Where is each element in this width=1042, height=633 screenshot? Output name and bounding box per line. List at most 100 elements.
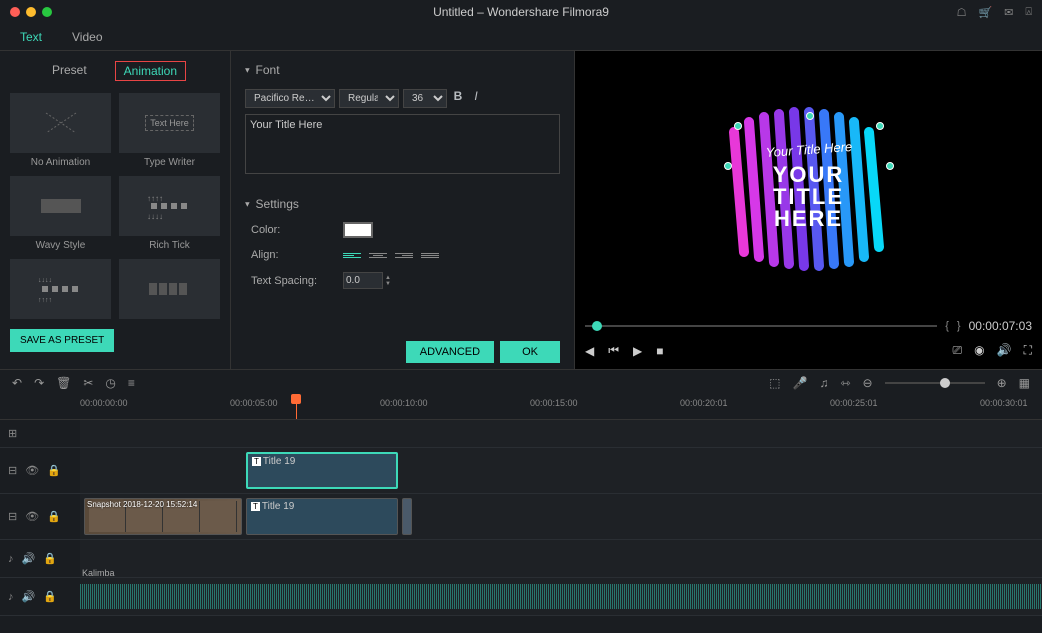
- align-center-button[interactable]: [369, 248, 387, 262]
- transform-handle[interactable]: [876, 122, 884, 130]
- display-icon[interactable]: ⎚: [953, 343, 963, 358]
- minimize-window-button[interactable]: [26, 7, 36, 17]
- fit-icon[interactable]: ⇿: [840, 376, 850, 390]
- save-as-preset-button[interactable]: SAVE AS PRESET: [10, 329, 114, 352]
- font-section-toggle[interactable]: ▸Font: [245, 57, 560, 83]
- presets-panel: Preset Animation Text Here No Animation …: [0, 51, 230, 369]
- align-justify-button[interactable]: [421, 248, 439, 262]
- volume-icon[interactable]: 🔊: [997, 343, 1012, 358]
- lock-icon[interactable]: 🔒: [47, 510, 61, 523]
- bold-button[interactable]: B: [451, 89, 465, 108]
- svg-text:↑↑↑↑: ↑↑↑↑: [147, 194, 163, 203]
- split-button[interactable]: ✂: [83, 376, 93, 390]
- settings-section-toggle[interactable]: ▸Settings: [245, 191, 560, 217]
- playhead[interactable]: [296, 396, 297, 419]
- mark-out-icon[interactable]: }: [957, 320, 961, 332]
- stop-button[interactable]: ■: [656, 344, 663, 358]
- close-window-button[interactable]: [10, 7, 20, 17]
- transform-handle[interactable]: [806, 112, 814, 120]
- align-right-button[interactable]: [395, 248, 413, 262]
- play-button[interactable]: ▶: [633, 344, 642, 358]
- mic-icon[interactable]: 🎤: [793, 376, 808, 390]
- preset-item[interactable]: ↓↓↓↓↑↑↑↑: [10, 259, 111, 319]
- font-family-select[interactable]: Pacifico Re…: [245, 89, 335, 108]
- undo-button[interactable]: ↶: [12, 376, 22, 390]
- window-title: Untitled – Wondershare Filmora9: [433, 5, 609, 19]
- view-toggle-icon[interactable]: ▦: [1019, 376, 1030, 390]
- align-left-button[interactable]: [343, 248, 361, 262]
- preset-item[interactable]: [119, 259, 220, 319]
- preset-label: No Animation: [10, 155, 111, 170]
- timeline-ruler[interactable]: 00:00:00:00 00:00:05:00 00:00:10:00 00:0…: [0, 396, 1042, 420]
- message-icon[interactable]: ✉: [1004, 6, 1013, 19]
- lock-icon[interactable]: 🔒: [47, 464, 61, 477]
- fullscreen-icon[interactable]: ⛶: [1024, 343, 1032, 358]
- notification-icon[interactable]: ⍓: [1025, 6, 1032, 19]
- preview-canvas[interactable]: Your Title Here YOUR TITLE HERE: [575, 51, 1042, 313]
- preset-rich-tick[interactable]: ↑↑↑↑↓↓↓↓: [119, 176, 220, 236]
- delete-button[interactable]: 🗑: [56, 376, 71, 390]
- lock-icon[interactable]: 🔒: [43, 590, 57, 603]
- preset-no-animation[interactable]: [10, 93, 111, 153]
- video-clip[interactable]: Snapshot 2018-12-20 15:52:14: [84, 498, 242, 535]
- text-spacing-input[interactable]: [343, 272, 383, 289]
- subtab-preset[interactable]: Preset: [44, 61, 95, 81]
- timecode-display: 00:00:07:03: [969, 319, 1032, 333]
- italic-button[interactable]: I: [469, 89, 483, 108]
- clock-icon[interactable]: ◷: [105, 376, 115, 390]
- tab-text[interactable]: Text: [20, 30, 42, 44]
- transform-handle[interactable]: [724, 162, 732, 170]
- chevron-down-icon: ▸: [242, 202, 253, 207]
- ok-button[interactable]: OK: [500, 341, 560, 363]
- color-swatch[interactable]: [343, 222, 373, 238]
- visibility-icon[interactable]: 👁: [25, 510, 39, 523]
- lock-icon[interactable]: 🔒: [43, 552, 57, 565]
- tab-video[interactable]: Video: [72, 30, 102, 44]
- transform-handle[interactable]: [734, 122, 742, 130]
- prev-frame-button[interactable]: ◀: [585, 344, 594, 358]
- music-icon: ♪: [8, 553, 14, 565]
- step-back-button[interactable]: ⏮: [608, 343, 619, 358]
- font-size-select[interactable]: 36: [403, 89, 447, 108]
- font-weight-select[interactable]: Regular: [339, 89, 399, 108]
- preset-label: Rich Tick: [119, 238, 220, 253]
- ruler-mark: 00:00:05:00: [230, 398, 278, 408]
- mixer-icon[interactable]: ♫: [819, 376, 828, 390]
- zoom-out-button[interactable]: ⊖: [863, 376, 873, 390]
- speaker-icon[interactable]: 🔊: [22, 590, 36, 603]
- subtab-animation[interactable]: Animation: [115, 61, 186, 81]
- stepper-down-icon[interactable]: ▼: [385, 281, 391, 287]
- track-spacer: ⊞: [0, 420, 1042, 448]
- redo-button[interactable]: ↷: [34, 376, 44, 390]
- svg-text:↓↓↓↓: ↓↓↓↓: [38, 277, 52, 284]
- zoom-in-button[interactable]: ⊕: [997, 376, 1007, 390]
- marker-icon[interactable]: ⬚: [769, 376, 780, 390]
- zoom-slider[interactable]: [885, 382, 985, 384]
- settings-icon[interactable]: ≡: [128, 376, 135, 390]
- preset-wavy-style[interactable]: [10, 176, 111, 236]
- ruler-mark: 00:00:20:01: [680, 398, 728, 408]
- title-clip[interactable]: TTitle 19: [246, 452, 398, 489]
- visibility-icon[interactable]: 👁: [25, 464, 39, 477]
- title-text-input[interactable]: Your Title Here: [245, 114, 560, 174]
- text-spacing-label: Text Spacing:: [251, 275, 331, 287]
- advanced-button[interactable]: ADVANCED: [406, 341, 494, 363]
- track-type-icon: ⊟: [8, 510, 17, 523]
- ruler-mark: 00:00:00:00: [80, 398, 128, 408]
- mark-in-icon[interactable]: {: [945, 320, 949, 332]
- account-icon[interactable]: ☖: [957, 6, 967, 19]
- small-clip[interactable]: [402, 498, 412, 535]
- speaker-icon[interactable]: 🔊: [22, 552, 36, 565]
- add-track-icon[interactable]: ⊞: [8, 427, 17, 440]
- chevron-down-icon: ▸: [242, 68, 253, 73]
- snapshot-icon[interactable]: ◉: [974, 343, 984, 358]
- title-clip-2[interactable]: TTitle 19: [246, 498, 398, 535]
- ruler-mark: 00:00:15:00: [530, 398, 578, 408]
- audio-clip[interactable]: [80, 584, 1042, 609]
- maximize-window-button[interactable]: [42, 7, 52, 17]
- preset-type-writer[interactable]: Text Here: [119, 93, 220, 153]
- playback-slider[interactable]: [585, 325, 937, 327]
- timeline-toolbar: ↶ ↷ 🗑 ✂ ◷ ≡ ⬚ 🎤 ♫ ⇿ ⊖ ⊕ ▦: [0, 369, 1042, 396]
- cart-icon[interactable]: 🛒: [978, 6, 992, 19]
- transform-handle[interactable]: [886, 162, 894, 170]
